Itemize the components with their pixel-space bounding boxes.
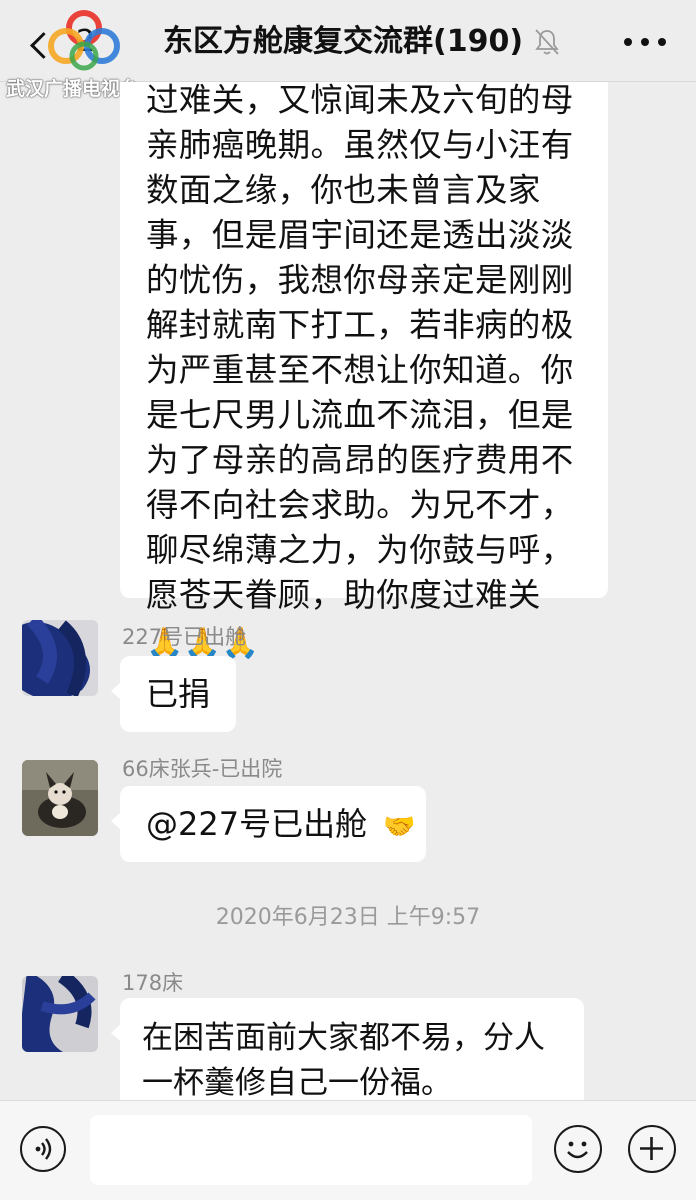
more-dots-icon[interactable] — [618, 28, 672, 56]
blurred-avatar-icon — [22, 620, 98, 696]
blurred-avatar-icon — [22, 976, 98, 1052]
chevron-left-icon — [30, 32, 57, 59]
message-text: 已捐 — [146, 675, 211, 713]
emoji-button[interactable] — [554, 1125, 602, 1173]
message-bubble: 在困苦面前大家都不易，分人一杯羹修自己一份福。 — [111, 998, 584, 1100]
plus-icon — [640, 1137, 663, 1160]
voice-icon — [35, 1138, 52, 1160]
unread-count: 2 — [76, 24, 96, 59]
emoji-icon — [567, 1141, 588, 1159]
dog-photo-icon — [22, 760, 98, 836]
message-bubble: 已捐 — [111, 656, 237, 732]
chat-timestamp: 2020年6月23日 上午9:57 — [215, 905, 481, 930]
message-bubble: @227号已出舱 🤝 — [111, 786, 426, 862]
avatar[interactable] — [22, 976, 98, 1052]
message-bubble: 过难关，又惊闻未及六旬的母亲肺癌晚期。虽然仅与小汪有数面之缘，你也未曾言及家事，… — [120, 82, 608, 659]
message-text: 过难关，又惊闻未及六旬的母亲肺癌晚期。虽然仅与小汪有数面之缘，你也未曾言及家事，… — [146, 82, 574, 614]
handshake-icon: 🤝 — [383, 812, 416, 842]
message-text: @227号已出舱 — [146, 805, 368, 843]
muted-bell-icon — [535, 29, 559, 55]
avatar[interactable] — [22, 760, 98, 836]
sender-name: 227号已出舱 — [122, 625, 247, 649]
message-text: 在困苦面前大家都不易，分人一杯羹修自己一份福。 — [142, 1020, 545, 1100]
avatar[interactable] — [22, 620, 98, 696]
sender-name: 66床张兵-已出院 — [122, 757, 283, 781]
voice-button[interactable] — [20, 1126, 66, 1172]
add-button[interactable] — [628, 1125, 676, 1173]
sender-name: 178床 — [122, 971, 184, 995]
message-input[interactable] — [90, 1115, 532, 1185]
chat-title: 东区方舱康复交流群(190) — [163, 24, 524, 59]
input-bar — [0, 1100, 696, 1200]
chat-header: 2 东区方舱康复交流群(190) — [0, 0, 696, 82]
message-list[interactable]: 过难关，又惊闻未及六旬的母亲肺癌晚期。虽然仅与小汪有数面之缘，你也未曾言及家事，… — [0, 82, 696, 1100]
back-button[interactable]: 2 — [30, 20, 110, 66]
